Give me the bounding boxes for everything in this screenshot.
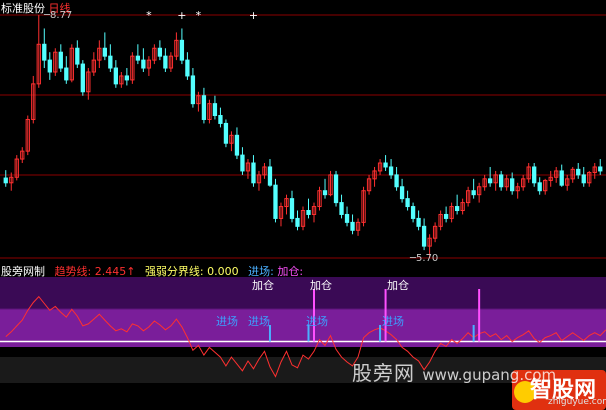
candle-body (443, 213, 449, 219)
entry-signal-label: 进场 (216, 315, 238, 328)
candle-body (201, 95, 207, 120)
candle-body (58, 51, 63, 69)
stock-name: 标准股份 (1, 2, 45, 15)
candle-body (80, 63, 85, 93)
candle-body (322, 190, 328, 196)
candle-body (471, 190, 476, 196)
add-signal-label: 加仓 (252, 279, 274, 292)
candle-body (576, 168, 581, 176)
candle-body (383, 162, 388, 168)
candle-body (598, 166, 603, 172)
candle-body (532, 166, 537, 184)
candle-body (410, 206, 416, 219)
candle-body (218, 115, 223, 124)
trend-value: 2.445↑ (94, 265, 136, 278)
candle-body (124, 75, 130, 81)
candle-body (454, 206, 460, 212)
candle-body (3, 177, 8, 184)
candle-body (223, 122, 229, 144)
candle-body (108, 55, 113, 69)
candle-body (537, 182, 542, 192)
candle-body (559, 170, 564, 186)
boundary-value: 0.000 (207, 265, 239, 278)
price-low-label: ─5.70 (410, 253, 439, 264)
logo-sub-text: zhiguyue.com (548, 397, 606, 407)
candle-body (64, 67, 69, 81)
candle-body (388, 166, 394, 176)
candle-body (141, 59, 146, 69)
indicator-name[interactable]: 股旁网制 (1, 265, 45, 278)
candle-body (179, 39, 185, 61)
candle-body (75, 47, 80, 65)
candle-body (339, 202, 344, 215)
candle-body (499, 174, 504, 188)
candle-body (251, 162, 256, 184)
signal-marker: * (146, 9, 152, 22)
candle-body (273, 184, 278, 219)
signal-marker: + (249, 9, 258, 22)
upper-band (0, 277, 606, 309)
price-high-label: ─8.77 (44, 10, 73, 21)
candle-body (344, 213, 350, 223)
candle-body (399, 186, 405, 200)
candle-body (267, 166, 273, 186)
candle-body (113, 67, 118, 85)
candle-body (510, 178, 515, 192)
candle-body (163, 55, 168, 69)
candle-body (240, 154, 245, 172)
watermark-site-name: 股旁网 (352, 361, 415, 385)
trend-label: 趋势线: (54, 265, 92, 278)
candle-body (394, 174, 399, 188)
entry-signal-label: 进场 (248, 315, 270, 328)
candle-body (185, 59, 190, 77)
candle-body (488, 178, 493, 184)
candle-body (42, 43, 47, 61)
add-signal-label: 加仓 (387, 279, 409, 292)
candle-body (234, 134, 240, 156)
candle-body (102, 47, 107, 57)
candle-body (416, 217, 421, 227)
entry-signal-label: 进场 (306, 315, 328, 328)
entry-signal-label: 进场 (382, 315, 404, 328)
candle-body (581, 174, 586, 184)
candle-body (190, 75, 196, 105)
candle-body (157, 47, 163, 57)
signal-marker: + (177, 9, 186, 22)
candle-body (47, 59, 52, 73)
candle-body (135, 55, 141, 61)
candle-body (405, 198, 410, 208)
stock-chart: *+*++ (0, 9, 606, 410)
candle-body (289, 198, 295, 219)
candle-body (295, 217, 300, 227)
boundary-label: 强弱分界线: (144, 265, 204, 278)
candle-body (306, 210, 311, 215)
signal-marker: * (196, 9, 202, 22)
add-signal-label: 加仓 (310, 279, 332, 292)
candle-body (350, 221, 355, 231)
candle-body (421, 225, 427, 247)
candle-body (212, 103, 218, 117)
add-label: 加仓: (277, 265, 304, 278)
candle-body (333, 174, 339, 204)
